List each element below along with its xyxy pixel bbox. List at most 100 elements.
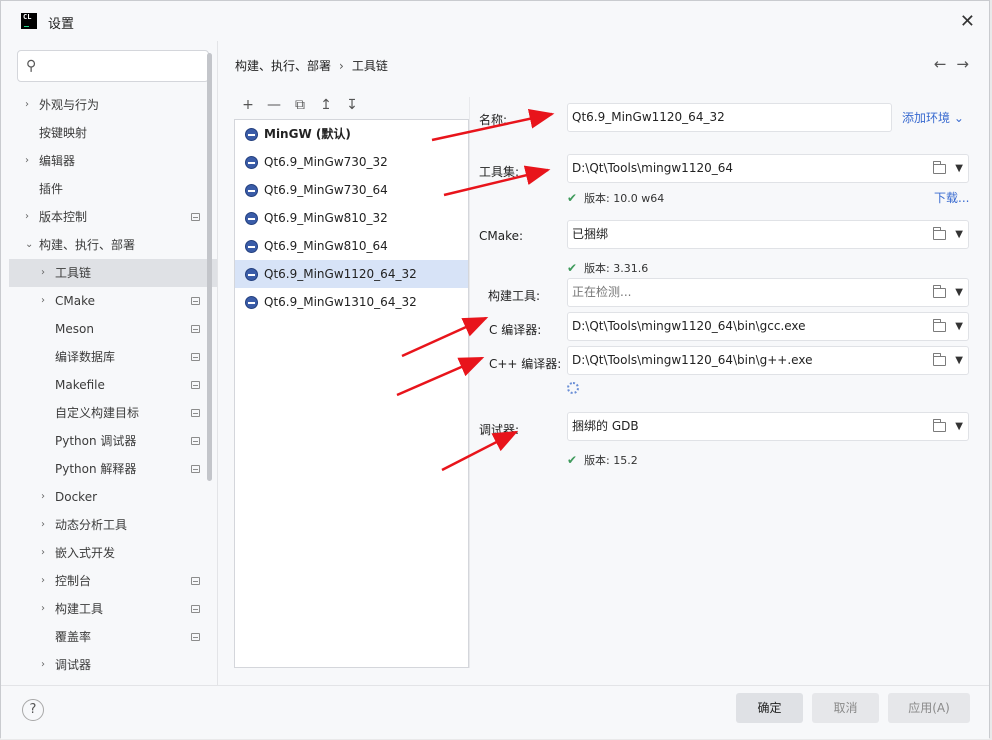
sidebar-item[interactable]: Makefile	[9, 371, 217, 399]
chevron-right-icon[interactable]: ›	[41, 595, 45, 623]
sidebar-item[interactable]: 自定义构建目标	[9, 399, 217, 427]
sidebar-item-label: 版本控制	[39, 210, 88, 224]
chevron-right-icon[interactable]: ›	[41, 567, 45, 595]
sidebar-item[interactable]: › 调试器	[9, 651, 217, 679]
sidebar-item[interactable]: 覆盖率	[9, 623, 217, 651]
chevron-down-icon[interactable]: ▼	[955, 221, 963, 248]
settings-dialog: CL 设置 ✕ ⚲ › 外观与行为 按键映射 › 编辑器 插件 › 版本控制 ⌄ 构建、执行、部署…	[0, 0, 990, 739]
move-down-icon[interactable]: ↧	[343, 97, 361, 113]
cancel-button[interactable]: 取消	[812, 693, 879, 723]
cmake-field[interactable]: 已捆绑 ▼	[567, 220, 969, 249]
sidebar-item[interactable]: ⌄ 构建、执行、部署	[9, 231, 217, 259]
sidebar-item[interactable]: Meson	[9, 315, 217, 343]
copy-icon[interactable]: ⧉	[291, 97, 309, 113]
sidebar-item[interactable]: › 外观与行为	[9, 91, 217, 119]
chevron-down-icon[interactable]: ▼	[955, 155, 963, 182]
toolchain-name: Qt6.9_MinGw1120_64_32	[264, 267, 417, 281]
folder-icon[interactable]	[933, 419, 946, 432]
build-tool-field[interactable]: 正在检测... ▼	[567, 278, 969, 307]
sidebar-scrollbar[interactable]	[207, 53, 212, 481]
chevron-right-icon[interactable]: ›	[41, 539, 45, 567]
chevron-right-icon[interactable]: ›	[41, 483, 45, 511]
c-compiler-field[interactable]: D:\Qt\Tools\mingw1120_64\bin\gcc.exe ▼	[567, 312, 969, 341]
download-link[interactable]: 下载...	[934, 189, 969, 206]
chevron-right-icon[interactable]: ›	[41, 511, 45, 539]
ok-button[interactable]: 确定	[736, 693, 803, 723]
debugger-value: 捆绑的 GDB	[572, 419, 639, 433]
chevron-right-icon[interactable]: ›	[41, 287, 45, 315]
chevron-right-icon[interactable]: ›	[25, 147, 29, 175]
c-compiler-label: C 编译器:	[489, 323, 542, 337]
toolchain-list-item[interactable]: Qt6.9_MinGw730_64	[235, 176, 468, 204]
check-icon: ✔	[567, 261, 578, 275]
sidebar-item[interactable]: 编译数据库	[9, 343, 217, 371]
sidebar-item[interactable]: Python 调试器	[9, 427, 217, 455]
sidebar-item-label: 按键映射	[39, 126, 88, 140]
help-icon[interactable]: ?	[22, 699, 44, 721]
toolchain-list-item[interactable]: Qt6.9_MinGw810_64	[235, 232, 468, 260]
chevron-down-icon[interactable]: ▼	[955, 413, 963, 440]
toolchain-list-toolbar: + — ⧉ ↥ ↧	[239, 97, 369, 117]
folder-icon[interactable]	[933, 353, 946, 366]
chevron-down-icon[interactable]: ▼	[955, 313, 963, 340]
chevron-right-icon[interactable]: ›	[41, 259, 45, 287]
chevron-right-icon[interactable]: ›	[41, 651, 45, 679]
folder-icon[interactable]	[933, 227, 946, 240]
check-icon: ✔	[567, 191, 578, 205]
search-input[interactable]: ⚲	[17, 50, 209, 82]
sidebar-item-label: 编辑器	[39, 154, 76, 168]
check-icon: ✔	[567, 453, 578, 467]
chevron-right-icon[interactable]: ›	[25, 203, 29, 231]
debugger-field[interactable]: 捆绑的 GDB ▼	[567, 412, 969, 441]
sidebar-item[interactable]: › 动态分析工具	[9, 511, 217, 539]
mingw-icon	[245, 240, 258, 253]
chevron-down-icon[interactable]: ▼	[955, 279, 963, 306]
sidebar-item-label: 构建工具	[55, 602, 104, 616]
breadcrumb-parent[interactable]: 构建、执行、部署	[235, 59, 331, 73]
sidebar-item[interactable]: › 控制台	[9, 567, 217, 595]
folder-icon[interactable]	[933, 161, 946, 174]
list-divider	[469, 97, 470, 668]
sidebar-item-label: 外观与行为	[39, 98, 100, 112]
sidebar-item[interactable]: Python 解释器	[9, 455, 217, 483]
toolset-field[interactable]: D:\Qt\Tools\mingw1120_64 ▼	[567, 154, 969, 183]
add-icon[interactable]: +	[239, 97, 257, 113]
sidebar-item[interactable]: › 工具链	[9, 259, 217, 287]
apply-button[interactable]: 应用(A)	[888, 693, 970, 723]
pane-divider[interactable]	[217, 41, 218, 685]
chevron-down-icon[interactable]: ⌄	[25, 231, 33, 259]
sidebar-item[interactable]: › 嵌入式开发	[9, 539, 217, 567]
sidebar-item[interactable]: 插件	[9, 175, 217, 203]
cpp-compiler-field[interactable]: D:\Qt\Tools\mingw1120_64\bin\g++.exe ▼	[567, 346, 969, 375]
window-title: 设置	[48, 17, 75, 32]
breadcrumb-separator: ›	[339, 59, 344, 73]
sidebar-item-label: 工具链	[55, 266, 92, 280]
sidebar-item[interactable]: › 版本控制	[9, 203, 217, 231]
sidebar-item[interactable]: › 编辑器	[9, 147, 217, 175]
project-level-icon	[191, 213, 200, 221]
sidebar-item-label: Meson	[55, 322, 94, 336]
folder-icon[interactable]	[933, 285, 946, 298]
chevron-right-icon[interactable]: ›	[25, 91, 29, 119]
project-level-icon	[191, 297, 200, 305]
add-environment-link[interactable]: 添加环境 ⌄	[902, 109, 964, 126]
remove-icon[interactable]: —	[265, 97, 283, 113]
mingw-icon	[245, 128, 258, 141]
folder-icon[interactable]	[933, 319, 946, 332]
cpp-compiler-label: C++ 编译器:	[489, 357, 562, 371]
toolchain-list-item[interactable]: Qt6.9_MinGw1120_64_32	[235, 260, 468, 288]
toolchain-list-item[interactable]: Qt6.9_MinGw730_32	[235, 148, 468, 176]
toolchain-name: MinGW (默认)	[264, 127, 351, 141]
toolchain-list-item[interactable]: MinGW (默认)	[235, 120, 468, 148]
chevron-down-icon[interactable]: ▼	[955, 347, 963, 374]
name-field[interactable]: Qt6.9_MinGw1120_64_32	[567, 103, 892, 132]
sidebar-item[interactable]: 按键映射	[9, 119, 217, 147]
toolchain-name: Qt6.9_MinGw730_32	[264, 155, 388, 169]
build-tool-label: 构建工具:	[488, 289, 541, 303]
move-up-icon[interactable]: ↥	[317, 97, 335, 113]
sidebar-item[interactable]: › CMake	[9, 287, 217, 315]
sidebar-item[interactable]: › Docker	[9, 483, 217, 511]
toolchain-list-item[interactable]: Qt6.9_MinGw810_32	[235, 204, 468, 232]
sidebar-item[interactable]: › 构建工具	[9, 595, 217, 623]
toolchain-list-item[interactable]: Qt6.9_MinGw1310_64_32	[235, 288, 468, 316]
